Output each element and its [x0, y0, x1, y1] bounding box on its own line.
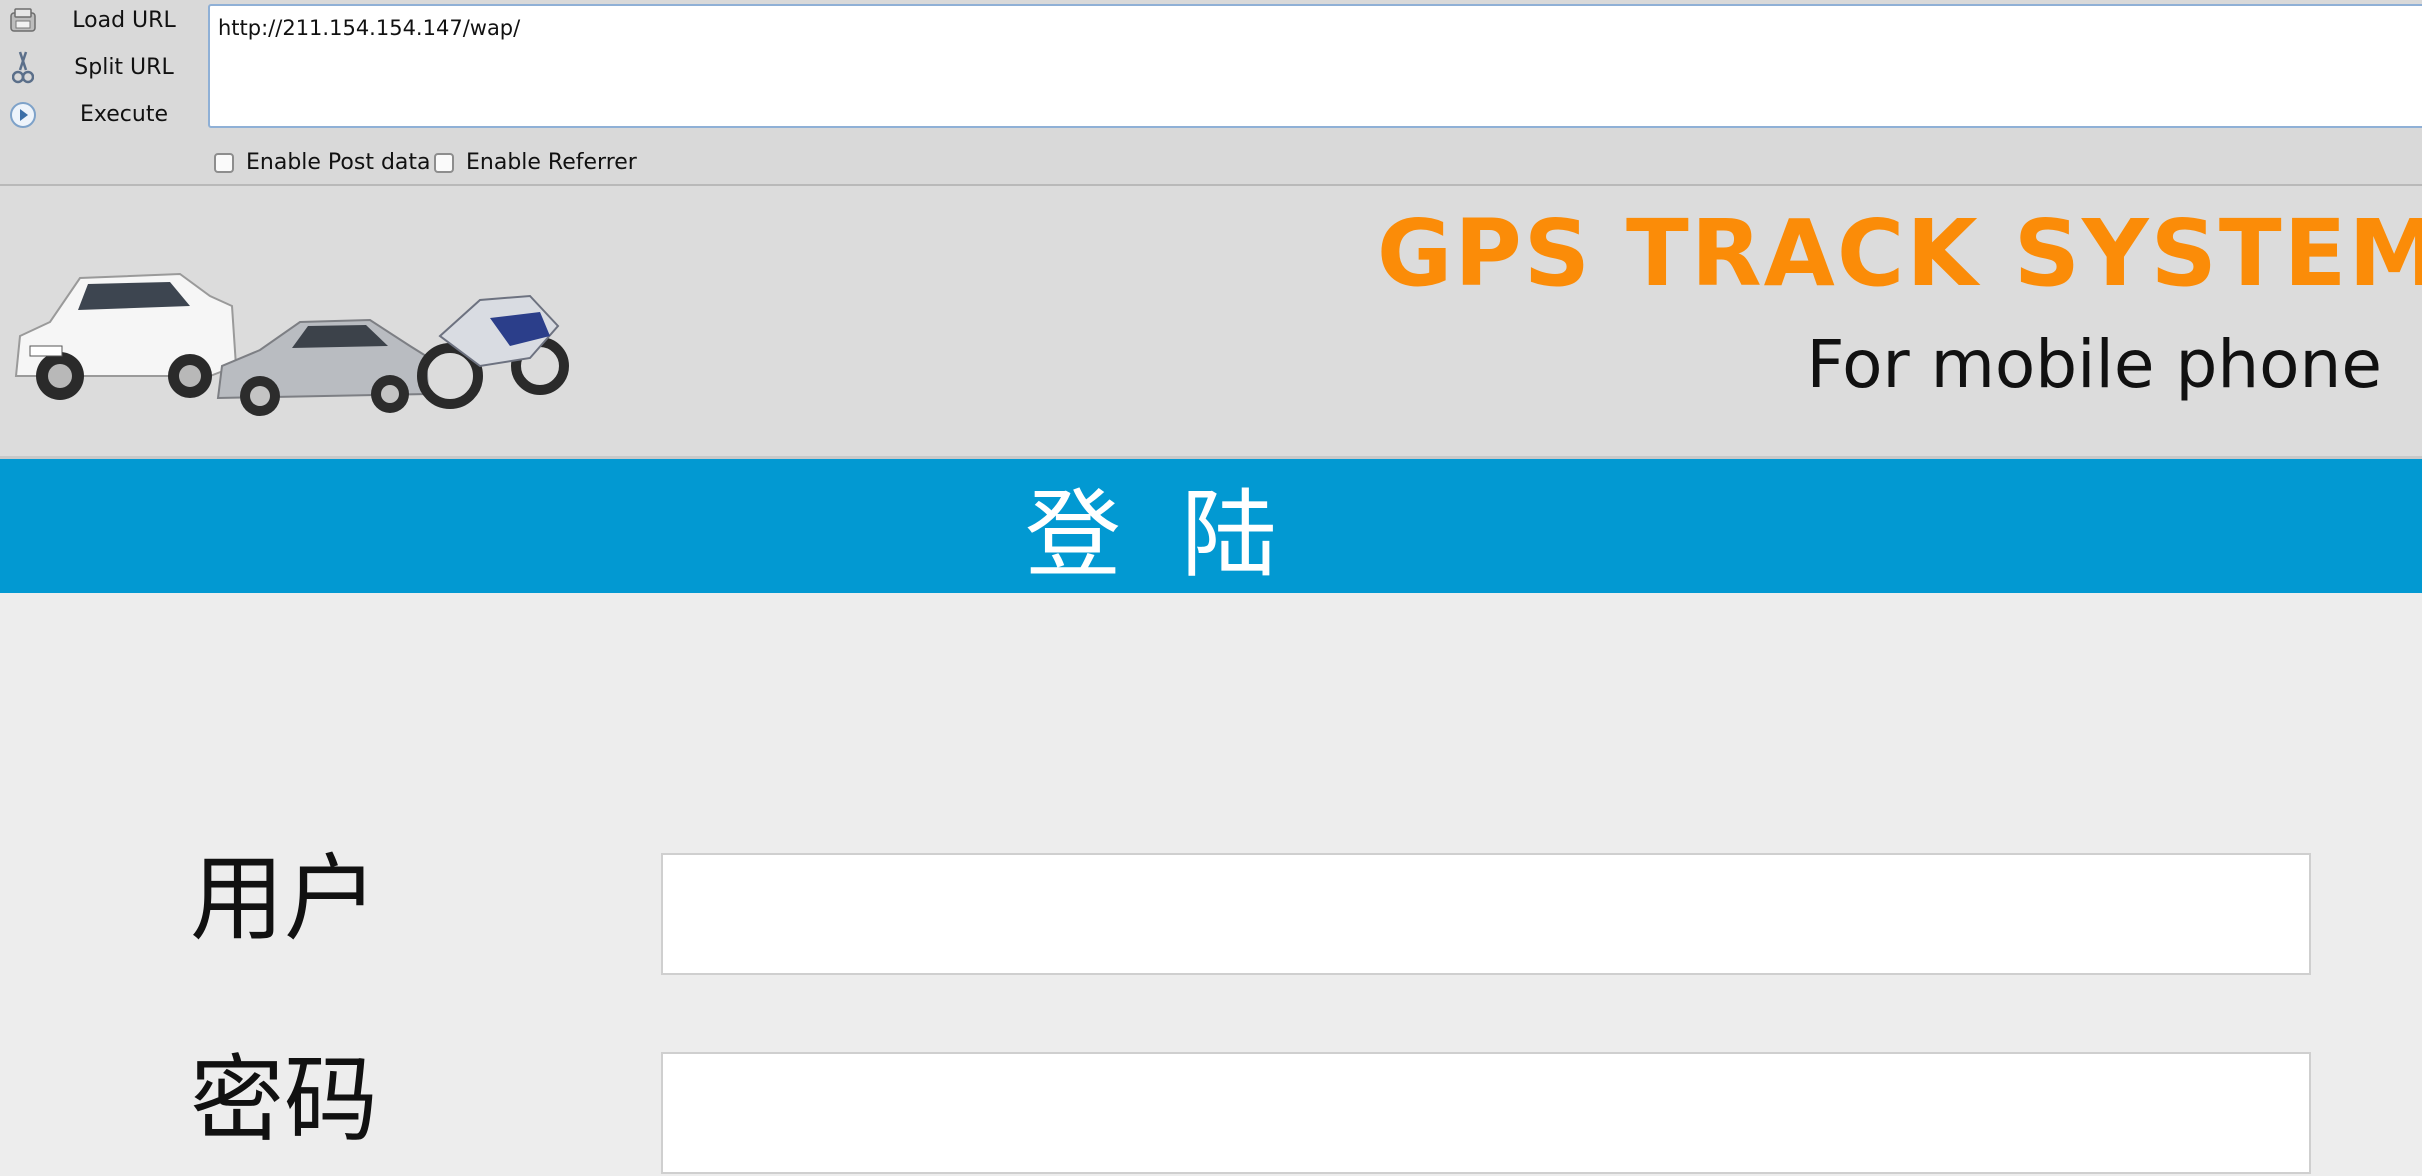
suv-image [14, 272, 238, 400]
scissors-icon [8, 51, 38, 84]
username-label: 用户 [190, 845, 379, 954]
load-url-icon [8, 6, 38, 36]
hackbar-toolbar: Load URL Split URL Execute http://211.15… [0, 0, 2422, 186]
enable-referrer-option[interactable]: Enable Referrer [434, 150, 637, 175]
password-input[interactable] [661, 1052, 2311, 1174]
split-url-button[interactable]: Split URL [0, 44, 200, 90]
load-url-label: Load URL [72, 7, 176, 33]
sports-car-image [216, 318, 430, 416]
enable-post-data-checkbox[interactable] [214, 152, 234, 173]
vehicles-logo-image [10, 226, 570, 420]
url-input[interactable]: http://211.154.154.147/wap/ [208, 4, 2422, 128]
login-header-bar: 登陆 [0, 459, 2422, 593]
enable-referrer-label: Enable Referrer [466, 150, 637, 175]
username-input[interactable] [661, 853, 2311, 975]
split-url-label: Split URL [74, 54, 174, 80]
login-title: 登陆 [1025, 478, 1337, 591]
load-url-button[interactable]: Load URL [0, 0, 200, 43]
play-icon [8, 100, 38, 130]
enable-post-data-label: Enable Post data [246, 150, 431, 175]
execute-button[interactable]: Execute [0, 91, 200, 137]
enable-post-data-option[interactable]: Enable Post data [214, 150, 431, 175]
site-subtitle: For mobile phone [1806, 326, 2382, 403]
site-header: GPS TRACK SYSTEM For mobile phone [0, 186, 2422, 459]
password-label: 密码 [190, 1046, 379, 1155]
execute-label: Execute [80, 101, 168, 127]
motorcycle-image [417, 294, 569, 409]
site-title: GPS TRACK SYSTEM [1376, 200, 2422, 307]
enable-referrer-checkbox[interactable] [434, 152, 454, 173]
